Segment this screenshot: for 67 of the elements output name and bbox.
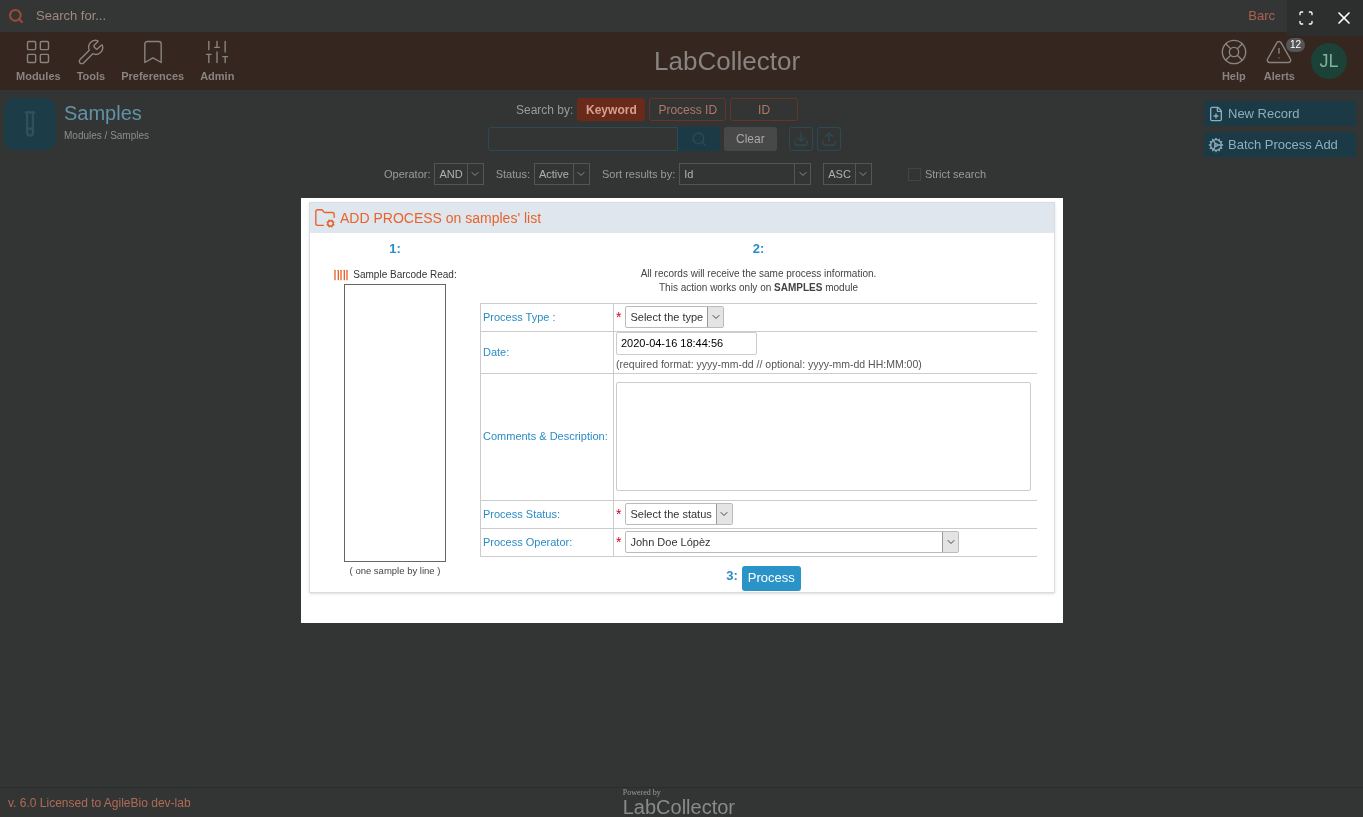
step-number: 3:	[726, 566, 738, 585]
search-field[interactable]: Search for...	[36, 6, 1237, 26]
barcode-label: Sample Barcode Read:	[353, 268, 457, 282]
app-logo: LabCollector	[654, 44, 801, 78]
page-title: Samples	[64, 101, 143, 126]
date-field[interactable]: 2020-04-16 18:44:56	[616, 331, 757, 355]
field-label: Process Operator:	[483, 534, 573, 550]
process-button[interactable]: Process	[741, 565, 801, 591]
action-button[interactable]: Batch Process Add	[1204, 132, 1356, 157]
gears-icon	[1208, 136, 1224, 153]
field-label: Date:	[483, 344, 510, 360]
search-by-tab[interactable]: Process ID	[649, 98, 727, 121]
step-number: 1:	[389, 240, 401, 258]
search-button[interactable]	[678, 127, 720, 151]
required-mark: *	[616, 507, 622, 521]
nav-item[interactable]: Admin	[200, 37, 235, 85]
upload-icon	[820, 131, 837, 147]
filter-label: Operator:	[384, 166, 431, 182]
nav-item[interactable]: Modules	[16, 37, 61, 85]
field-label: Comments & Description:	[483, 429, 608, 444]
select-field[interactable]: Select the type	[625, 306, 725, 328]
required-mark: *	[616, 535, 622, 549]
wrench-icon	[76, 37, 105, 66]
search-by-tab[interactable]: ID	[730, 98, 799, 121]
search-by-tab[interactable]: Keyword	[577, 98, 646, 121]
fullscreen-icon	[1298, 10, 1314, 26]
import-button[interactable]	[788, 127, 813, 151]
file-plus-icon	[1208, 105, 1224, 122]
search-icon	[8, 8, 24, 24]
nav-item[interactable]: Preferences	[121, 37, 185, 85]
step-number: 2:	[752, 240, 765, 258]
search-by-label: Search by:	[516, 101, 574, 119]
strict-search-label: Strict search	[924, 166, 987, 182]
user-avatar[interactable]: JL	[1311, 43, 1347, 79]
format-hint: (required format: yyyy-mm-dd // optional: yyyy-mm-dd HH:MM:00)	[616, 356, 922, 372]
filter-select[interactable]: Active	[533, 163, 590, 185]
filter-label: Status:	[495, 166, 530, 182]
comments-field[interactable]	[616, 382, 1031, 491]
nav-item[interactable]: Tools	[76, 37, 106, 85]
action-button[interactable]: New Record	[1204, 101, 1356, 126]
nav-item[interactable]: Help	[1219, 37, 1248, 85]
select-field[interactable]: John Doe Lópèz	[625, 531, 960, 553]
info-text: This action works only on SAMPLES module	[659, 280, 858, 295]
breadcrumb: Modules / Samples	[64, 129, 150, 143]
info-text: All records will receive the same process information.	[640, 266, 877, 281]
powered-by-text: Powered by	[622, 788, 662, 797]
folder-gear-icon	[314, 207, 336, 229]
field-label: Process Status:	[483, 506, 561, 522]
footer-logo: LabCollector	[622, 796, 735, 817]
barcode-field[interactable]	[344, 283, 446, 562]
field-label: Process Type :	[483, 309, 556, 325]
help-icon	[1219, 37, 1248, 66]
barcode-link[interactable]: Barc	[1248, 6, 1275, 26]
select-field[interactable]: Select the status	[625, 503, 733, 525]
clear-button[interactable]: Clear	[724, 127, 777, 151]
modal-title: ADD PROCESS on samples' list	[340, 208, 542, 228]
filter-select[interactable]: AND	[434, 163, 484, 185]
filter-label: Sort results by:	[601, 166, 676, 182]
filter-select[interactable]: ASC	[823, 163, 872, 185]
required-mark: *	[616, 310, 622, 324]
download-icon	[792, 131, 809, 147]
version-text: v. 6.0 Licensed to AgileBio dev-lab	[8, 794, 191, 812]
keyword-field[interactable]	[488, 127, 678, 151]
export-button[interactable]	[816, 127, 841, 151]
barcode-hint: ( one sample by line )	[349, 563, 441, 578]
alert-badge: 12	[1285, 37, 1305, 52]
filter-select[interactable]: Id	[679, 163, 812, 185]
